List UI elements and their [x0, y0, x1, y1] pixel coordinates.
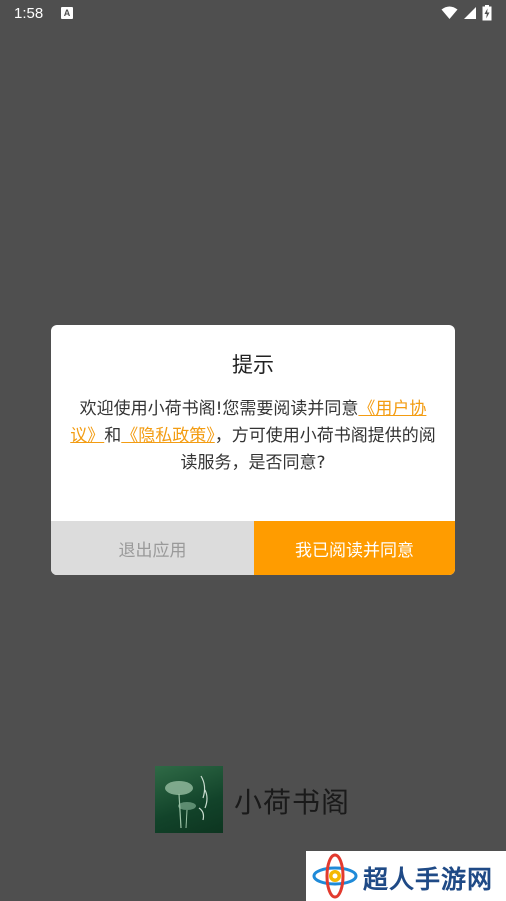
app-logo: [155, 766, 223, 833]
watermark-logo-icon: [312, 853, 358, 899]
battery-icon: [482, 5, 492, 21]
privacy-policy-link[interactable]: 《隐私政策》: [121, 426, 215, 446]
status-time: 1:58: [14, 5, 44, 22]
dialog-buttons: 退出应用 我已阅读并同意: [51, 521, 455, 575]
status-bar: 1:58 A: [0, 0, 506, 28]
dialog-title: 提示: [232, 353, 274, 377]
message-text-1: 欢迎使用小荷书阁!您需要阅读并同意: [79, 399, 359, 419]
screen: 1:58 A 提示 欢迎使用小荷书阁!您需要阅读并同意《用户协议》和《隐私政策》…: [0, 0, 506, 901]
lotus-leaf-logo-icon: [165, 775, 208, 829]
signal-icon: [464, 7, 476, 19]
exit-app-button[interactable]: 退出应用: [51, 521, 254, 575]
wifi-icon: [441, 6, 458, 19]
status-icons: [441, 5, 492, 21]
watermark-text: 超人手游网: [363, 865, 494, 894]
message-text-2: 和: [104, 426, 122, 446]
consent-dialog: 提示 欢迎使用小荷书阁!您需要阅读并同意《用户协议》和《隐私政策》，方可使用小荷…: [51, 325, 455, 575]
message-text-3: ，方可使用小荷书阁提供的阅读服务，是否同意?: [180, 426, 436, 473]
app-name: 小荷书阁: [234, 786, 351, 819]
dialog-message: 欢迎使用小荷书阁!您需要阅读并同意《用户协议》和《隐私政策》，方可使用小荷书阁提…: [69, 396, 437, 477]
notification-icon: A: [61, 7, 73, 19]
agree-button[interactable]: 我已阅读并同意: [254, 521, 455, 575]
watermark: 超人手游网: [306, 851, 506, 901]
